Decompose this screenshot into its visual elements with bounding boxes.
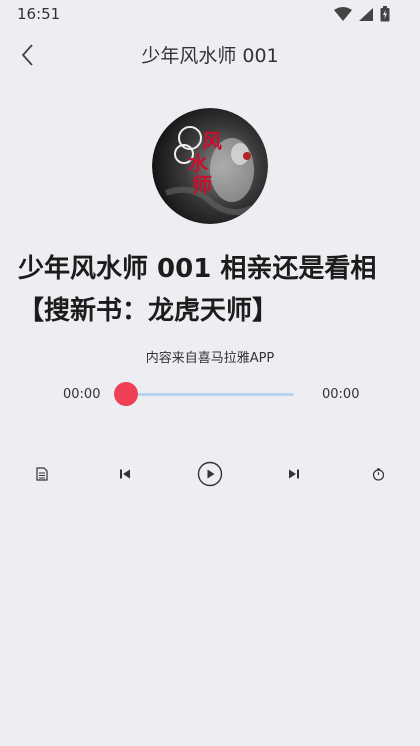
- battery-icon: [380, 6, 390, 22]
- timer-button[interactable]: [364, 460, 392, 488]
- seek-bar[interactable]: [126, 393, 294, 396]
- album-cover-art: 风 水 师: [152, 108, 268, 224]
- current-time: 00:00: [63, 387, 101, 402]
- source-note: 内容来自喜马拉雅APP: [145, 351, 275, 366]
- svg-text:水: 水: [188, 151, 209, 175]
- track-title: 少年风水师 001 相亲还是看相【搜新书：龙虎天师】: [18, 254, 377, 326]
- album-cover: 风 水 师: [152, 108, 268, 224]
- play-icon: [197, 461, 223, 487]
- page-title: 少年风水师 001: [141, 45, 279, 67]
- timer-icon: [372, 467, 384, 481]
- signal-icon: [359, 7, 373, 21]
- total-time: 00:00: [322, 387, 360, 402]
- next-button[interactable]: [280, 460, 308, 488]
- svg-text:师: 师: [192, 173, 212, 197]
- previous-button[interactable]: [111, 460, 139, 488]
- playlist-button[interactable]: [28, 460, 56, 488]
- top-app-bar: 少年风水师 001: [0, 28, 420, 80]
- wifi-icon: [334, 6, 352, 21]
- progress-row: 00:00 00:00: [0, 380, 420, 410]
- status-bar: 16:51: [0, 0, 420, 28]
- status-time: 16:51: [17, 5, 61, 23]
- playlist-icon: [36, 467, 48, 481]
- play-button[interactable]: [196, 460, 224, 488]
- seek-thumb[interactable]: [114, 382, 138, 406]
- next-icon: [289, 469, 299, 479]
- svg-text:风: 风: [202, 129, 222, 153]
- status-icons: [334, 6, 390, 22]
- previous-icon: [120, 469, 130, 479]
- playback-controls: [0, 460, 420, 488]
